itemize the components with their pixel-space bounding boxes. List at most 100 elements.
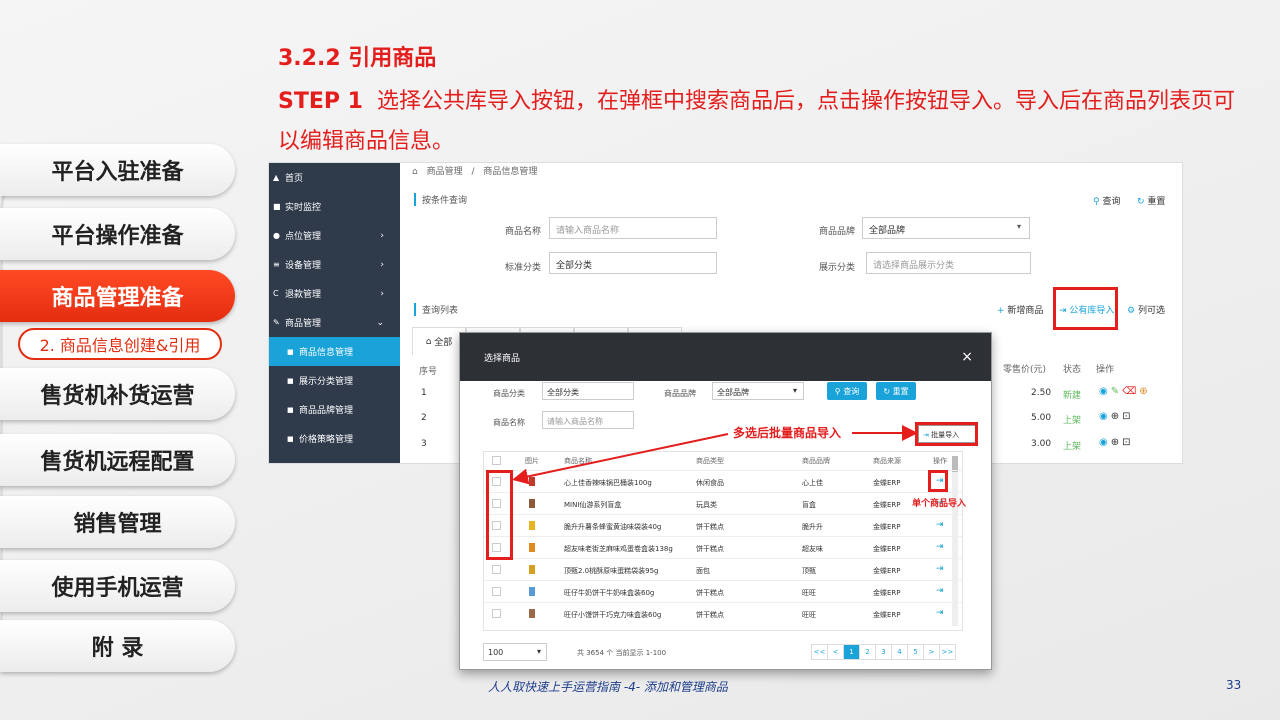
- cell-name: 旺仔牛奶饼干牛奶味盒装60g: [564, 589, 655, 597]
- home-icon[interactable]: ⌂: [412, 167, 418, 177]
- add-product-button[interactable]: + 新增商品: [997, 303, 1043, 316]
- sidebar-item[interactable]: ■ 价格策略管理: [269, 424, 400, 453]
- table-row: 超友味老街芝麻味鸡蛋卷盒装138g 饼干糕点 超友味 金蝶ERP ⇥: [484, 536, 962, 558]
- sidebar-item-label: 首页: [285, 174, 304, 184]
- breadcrumb-item[interactable]: 商品管理: [427, 167, 463, 177]
- display-category-select[interactable]: 请选择商品展示分类: [866, 252, 1031, 274]
- page-button[interactable]: 3: [875, 644, 892, 660]
- sidebar-item[interactable]: ▲ 首页: [269, 163, 400, 192]
- nav-item-remote-config[interactable]: 售货机远程配置: [0, 434, 235, 486]
- reset-button[interactable]: ↻ 重置: [1137, 194, 1165, 207]
- modal-title: 选择商品: [484, 353, 521, 364]
- download-icon[interactable]: ⊕: [1111, 437, 1122, 448]
- sidebar-item[interactable]: ✎ 商品管理 ⌄: [269, 308, 400, 337]
- view-icon[interactable]: ◉: [1099, 411, 1111, 422]
- sidebar-item[interactable]: ■ 实时监控: [269, 192, 400, 221]
- col-source: 商品来源: [873, 457, 901, 465]
- cell-name: 旺仔小馒饼干巧克力味盒装60g: [564, 611, 662, 619]
- product-thumbnail: [529, 521, 535, 530]
- select-all-checkbox[interactable]: [492, 456, 501, 465]
- sidebar-item[interactable]: C 退款管理 ›: [269, 279, 400, 308]
- modal-brand-select[interactable]: 全部品牌 ▾: [712, 382, 804, 400]
- name-input[interactable]: 请输入商品名称: [549, 217, 717, 239]
- cell-source: 金蝶ERP: [873, 611, 901, 619]
- page-button[interactable]: >>: [939, 644, 956, 660]
- col-status: 状态: [1063, 365, 1082, 375]
- cell-type: 玩具类: [696, 501, 717, 509]
- page-button[interactable]: 2: [859, 644, 876, 660]
- query-button[interactable]: ⚲ 查询: [1093, 194, 1120, 207]
- delete-icon[interactable]: ⌫: [1122, 386, 1139, 397]
- page-size-select[interactable]: 100 ▾: [483, 643, 547, 661]
- lock-icon[interactable]: ⊡: [1122, 411, 1133, 422]
- row-status: 上架: [1063, 416, 1082, 426]
- brand-select[interactable]: 全部品牌 ▾: [862, 217, 1030, 239]
- chevron-icon: ›: [380, 288, 384, 299]
- import-icon[interactable]: ⇥: [936, 542, 944, 552]
- upload-icon[interactable]: ⊕: [1139, 386, 1150, 397]
- sidebar-item[interactable]: ▮运营管理 ›: [269, 453, 400, 464]
- download-icon[interactable]: ⊕: [1111, 411, 1122, 422]
- row-checkbox[interactable]: [492, 565, 501, 574]
- row-checkbox[interactable]: [492, 609, 501, 618]
- cell-type: 面包: [696, 567, 710, 575]
- cell-name: 心上佳香辣味锅巴桶装100g: [564, 479, 652, 487]
- category-select[interactable]: 全部分类: [549, 252, 717, 274]
- nav-sub-item-product-info[interactable]: 2. 商品信息创建&引用: [18, 328, 222, 360]
- edit-icon[interactable]: ✎: [1111, 386, 1122, 397]
- page-button[interactable]: 1: [843, 644, 860, 660]
- import-icon[interactable]: ⇥: [936, 608, 944, 618]
- nav-item-sales[interactable]: 销售管理: [0, 496, 235, 548]
- modal-query-button[interactable]: ⚲ 查询: [827, 382, 867, 400]
- sidebar-item-label: 运营管理: [285, 461, 321, 463]
- view-icon[interactable]: ◉: [1099, 386, 1111, 397]
- step-text: 选择公共库导入按钮，在弹框中搜索商品后，点击操作按钮导入。导入后在商品列表页可以…: [278, 89, 1235, 154]
- page-button[interactable]: 5: [907, 644, 924, 660]
- tab-all[interactable]: ⌂ 全部: [412, 327, 466, 355]
- row-actions[interactable]: ◉✎⌫⊕: [1099, 386, 1151, 397]
- modal-product-table: 图片 商品名称 商品类型 商品品牌 商品来源 操作 心上佳香辣味锅巴桶装100g…: [483, 451, 963, 631]
- sidebar-item[interactable]: ■ 商品品牌管理: [269, 395, 400, 424]
- nav-item-restock[interactable]: 售货机补货运营: [0, 368, 235, 420]
- import-icon[interactable]: ⇥: [936, 564, 944, 574]
- modal-name-input[interactable]: 请输入商品名称: [542, 411, 634, 429]
- nav-item-platform-entry[interactable]: 平台入驻准备: [0, 144, 235, 196]
- modal-name-label: 商品名称: [493, 418, 525, 427]
- nav-item-mobile[interactable]: 使用手机运营: [0, 560, 235, 612]
- cell-brand: 盲盒: [802, 501, 816, 509]
- page-title: 3.2.2 引用商品: [278, 46, 437, 71]
- nav-item-product-mgmt[interactable]: 商品管理准备: [0, 270, 235, 322]
- sidebar-item[interactable]: ■ 商品信息管理: [269, 337, 400, 366]
- cell-type: 饼干糕点: [696, 545, 724, 553]
- row-checkbox[interactable]: [492, 587, 501, 596]
- columns-button[interactable]: ⚙ 列可选: [1127, 303, 1165, 316]
- row-actions[interactable]: ◉⊕⊡: [1099, 437, 1134, 448]
- close-icon[interactable]: ×: [961, 349, 973, 365]
- chevron-icon: ›: [380, 259, 384, 270]
- cell-source: 金蝶ERP: [873, 479, 901, 487]
- sidebar-item[interactable]: ≡ 设备管理 ›: [269, 250, 400, 279]
- modal-cat-select[interactable]: 全部分类: [542, 382, 634, 400]
- row-price: 5.00: [1031, 413, 1052, 423]
- import-icon[interactable]: ⇥: [936, 586, 944, 596]
- sidebar-item-label: 商品品牌管理: [299, 406, 354, 416]
- breadcrumb: ⌂ 商品管理 / 商品信息管理: [412, 164, 543, 178]
- cell-source: 金蝶ERP: [873, 523, 901, 531]
- sidebar-item[interactable]: ■ 展示分类管理: [269, 366, 400, 395]
- view-icon[interactable]: ◉: [1099, 437, 1111, 448]
- sidebar-item[interactable]: ● 点位管理 ›: [269, 221, 400, 250]
- import-icon[interactable]: ⇥: [936, 520, 944, 530]
- category-label: 标准分类: [505, 263, 542, 273]
- breadcrumb-item: 商品信息管理: [483, 167, 538, 177]
- page-button[interactable]: 4: [891, 644, 908, 660]
- row-actions[interactable]: ◉⊕⊡: [1099, 411, 1134, 422]
- nav-item-appendix[interactable]: 附 录: [0, 620, 235, 672]
- sidebar-item-label: 点位管理: [285, 232, 322, 242]
- row-status: 上架: [1063, 442, 1082, 452]
- page-button[interactable]: <<: [811, 644, 828, 660]
- lock-icon[interactable]: ⊡: [1122, 437, 1133, 448]
- modal-reset-button[interactable]: ↻ 重置: [876, 382, 916, 400]
- page-button[interactable]: <: [827, 644, 844, 660]
- nav-item-platform-ops[interactable]: 平台操作准备: [0, 208, 235, 260]
- page-button[interactable]: >: [923, 644, 940, 660]
